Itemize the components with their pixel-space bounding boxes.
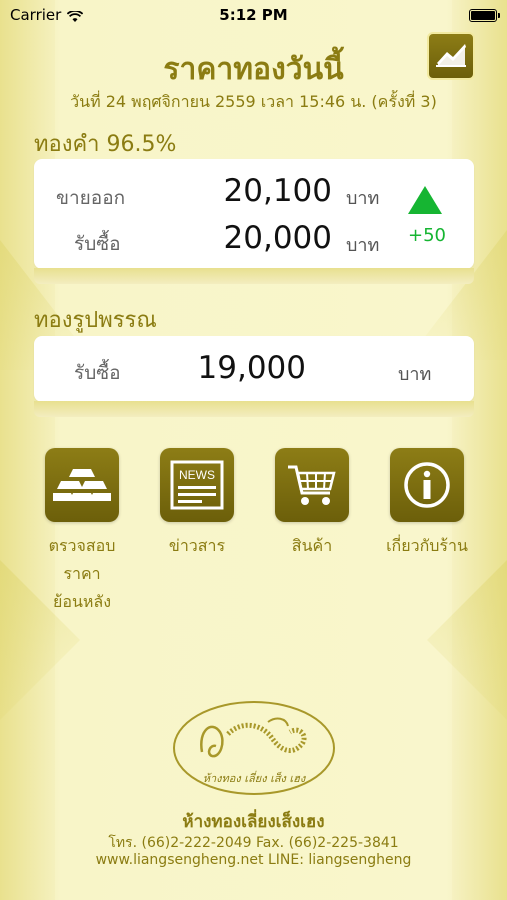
gold-bar-sell-value: 20,100	[223, 173, 332, 209]
gold-ornament-price-card: รับซื้อ 19,000 บาท	[34, 336, 474, 402]
gold-bar-buy-value: 20,000	[223, 220, 332, 256]
shop-logo: ห้างทอง เลี่ยง เส็ง เฮง	[172, 700, 336, 796]
news-icon: NEWS	[160, 448, 234, 522]
news-icon-text: NEWS	[179, 468, 215, 482]
gold-ornament-buy-value: 19,000	[197, 350, 306, 386]
gold-bar-sell-unit: บาท	[346, 188, 380, 209]
battery-icon	[469, 8, 500, 22]
gold-ornament-label: ทองรูปพรรณ	[34, 308, 157, 333]
menu-price-history-label: ตรวจสอบราคา	[48, 536, 116, 583]
menu-about[interactable]: เกี่ยวกับร้าน	[377, 448, 477, 560]
price-change: +50	[408, 225, 446, 246]
line-chart-icon	[434, 39, 468, 73]
wifi-icon	[67, 9, 84, 22]
gold-bar-buy-unit: บาท	[346, 235, 380, 256]
menu-news-label: ข่าวสาร	[168, 536, 226, 555]
shop-phone: โทร. (66)2-222-2049 Fax. (66)2-225-3841	[108, 835, 399, 851]
gold-ornament-buy-unit: บาท	[398, 364, 432, 385]
shop-name: ห้างทองเลี่ยงเส็งเฮง	[182, 812, 325, 832]
price-date: วันที่ 24 พฤศจิกายน 2559 เวลา 15:46 น. (…	[70, 92, 437, 111]
gold-bar-label: ทองคำ 96.5%	[34, 132, 177, 157]
menu-price-history-label-2: ย้อนหลัง	[52, 592, 112, 611]
status-bar: Carrier 5:12 PM	[0, 0, 507, 30]
menu-about-label: เกี่ยวกับร้าน	[386, 536, 468, 555]
trend-up-icon	[408, 186, 442, 214]
chart-button[interactable]	[427, 32, 475, 80]
shop-web: www.liangsengheng.net LINE: liangsenghen…	[95, 852, 412, 868]
menu-products-label: สินค้า	[291, 536, 333, 555]
shopping-cart-icon	[275, 448, 349, 522]
menu-products[interactable]: สินค้า	[262, 448, 362, 560]
gold-bar-sell-label: ขายออก	[56, 187, 126, 209]
gold-bars-icon	[45, 448, 119, 522]
gold-bar-buy-label: รับซื้อ	[74, 233, 121, 255]
logo-text: ห้างทอง เลี่ยง เส็ง เฮง	[203, 770, 307, 785]
gold-bar-price-card: ขายออก 20,100 บาท รับซื้อ 20,000 บาท +50	[34, 159, 474, 269]
gold-ornament-buy-label: รับซื้อ	[74, 362, 121, 384]
menu-news[interactable]: NEWS ข่าวสาร	[147, 448, 247, 560]
carrier-label: Carrier	[10, 6, 62, 24]
info-icon	[390, 448, 464, 522]
menu-price-history[interactable]: ตรวจสอบราคา ย้อนหลัง	[32, 448, 132, 616]
card-divider	[34, 401, 474, 417]
card-divider	[34, 268, 474, 284]
